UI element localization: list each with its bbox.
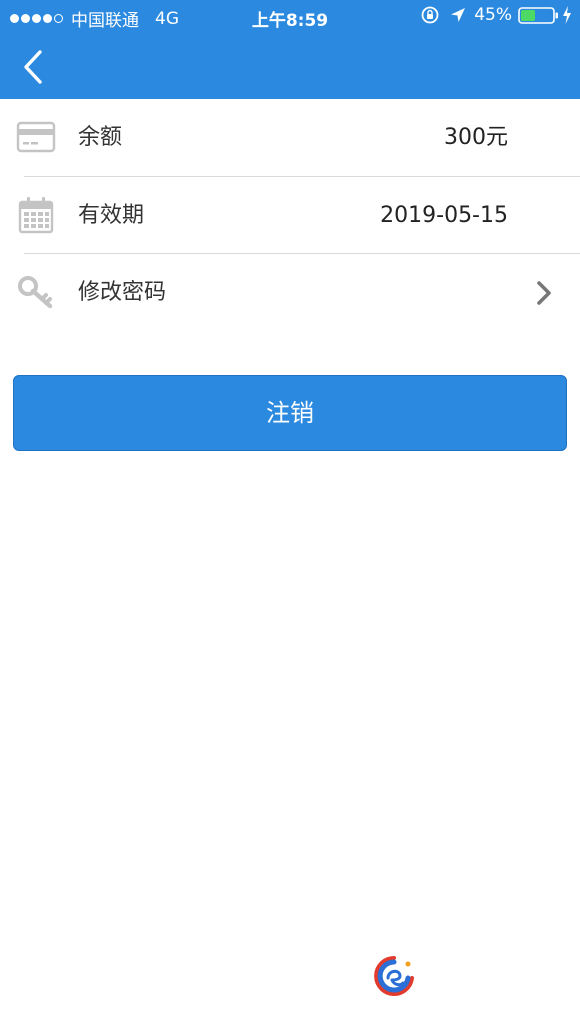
- battery-icon: [518, 7, 558, 24]
- calendar-icon: [16, 195, 56, 235]
- status-bar: 中国联通 4G 上午8:59 45%: [0, 0, 580, 34]
- validity-value: 2019-05-15: [380, 203, 508, 228]
- chevron-left-icon: [24, 50, 42, 84]
- status-bar-left: 中国联通 4G: [10, 6, 179, 31]
- key-icon: [16, 272, 56, 312]
- validity-row: 有效期 2019-05-15: [0, 177, 580, 254]
- validity-label: 有效期: [78, 203, 145, 228]
- carrier-name: 中国联通: [71, 11, 139, 31]
- orientation-lock-icon: [421, 6, 439, 24]
- change-password-row[interactable]: 修改密码: [0, 254, 580, 331]
- chevron-right-icon: [534, 280, 554, 306]
- battery-percent: 45%: [474, 5, 512, 25]
- balance-label: 余额: [78, 125, 123, 150]
- credit-card-icon: [16, 117, 56, 157]
- network-type: 4G: [155, 8, 179, 29]
- charging-bolt-icon: [563, 6, 571, 24]
- balance-value: 300元: [444, 125, 508, 150]
- status-bar-right: 45%: [420, 5, 572, 25]
- logout-button[interactable]: 注销: [13, 375, 567, 451]
- signal-strength-icon: [10, 14, 65, 23]
- watermark-logo-icon: [372, 954, 416, 998]
- location-arrow-icon: [451, 8, 466, 22]
- app-header: 中国联通 4G 上午8:59 45%: [0, 0, 580, 99]
- change-password-label: 修改密码: [78, 280, 167, 305]
- back-button[interactable]: [16, 46, 50, 88]
- balance-row: 余额 300元: [0, 99, 580, 176]
